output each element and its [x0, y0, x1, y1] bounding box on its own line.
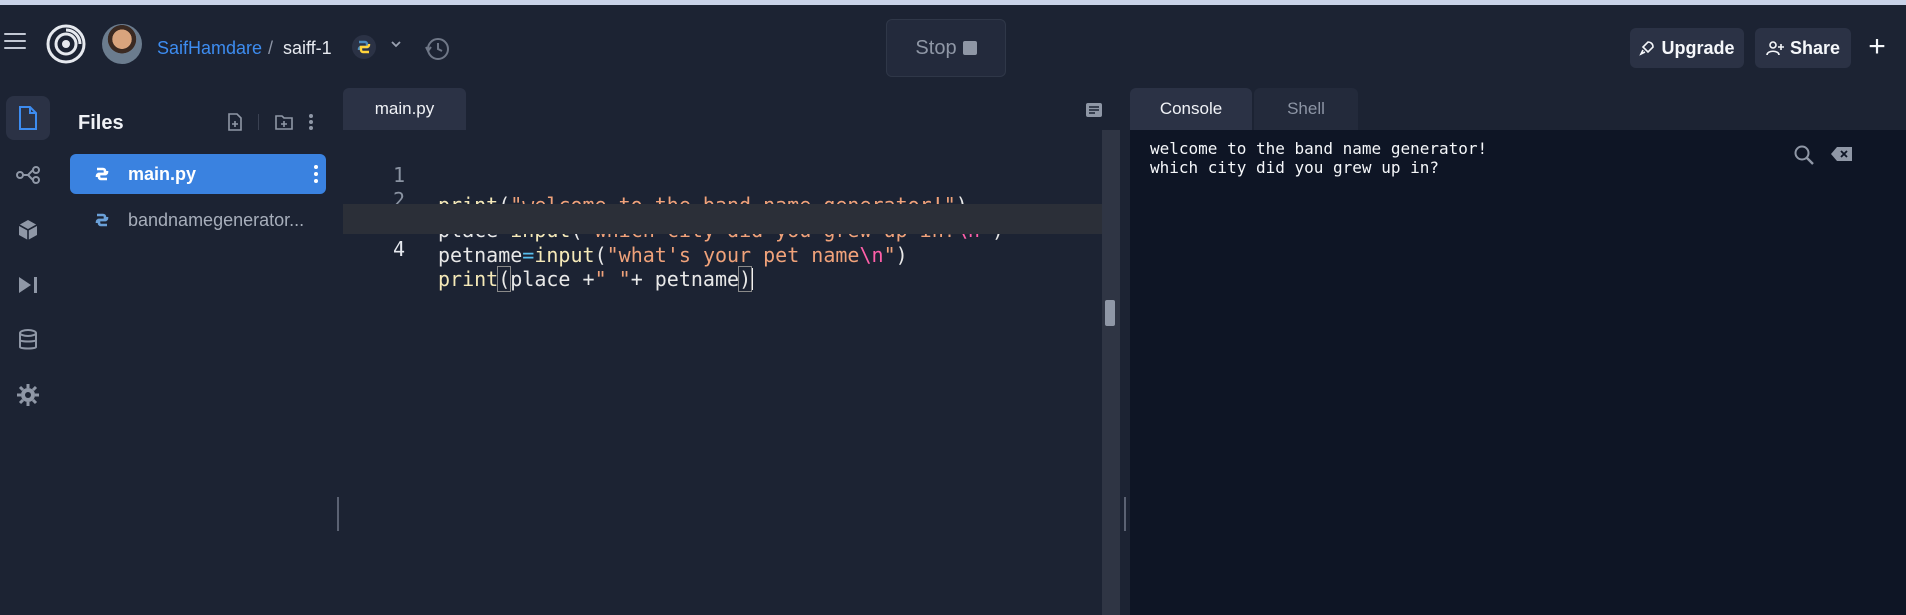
history-icon[interactable] [424, 35, 452, 63]
panel-resize-handle[interactable] [337, 497, 339, 531]
code-line-4: 4 print(place +" "+ petname) [343, 204, 1103, 292]
editor-scrollbar[interactable] [1102, 130, 1120, 615]
stop-button[interactable]: Stop [886, 19, 1006, 77]
code-token: ( [497, 266, 512, 292]
rail-run[interactable] [6, 263, 50, 307]
tab-console[interactable]: Console [1130, 88, 1252, 130]
clear-console-icon[interactable] [1830, 146, 1854, 162]
console-panel: Console Shell welcome to the band name g… [1130, 88, 1906, 615]
actions-divider [258, 114, 259, 130]
console-line: welcome to the band name generator! [1150, 139, 1488, 158]
code-area[interactable]: 1 print("welcome to the band name genera… [343, 130, 1120, 615]
new-file-icon[interactable] [226, 112, 244, 132]
console-tabs: Console Shell [1130, 88, 1906, 130]
rocket-icon [1639, 41, 1655, 56]
rail-settings[interactable] [6, 373, 50, 417]
editor-options-icon[interactable] [1084, 100, 1104, 120]
console-output[interactable]: welcome to the band name generator! whic… [1130, 130, 1906, 615]
code-token: + petname [630, 267, 740, 291]
python-file-icon [95, 213, 109, 227]
chevron-down-icon[interactable] [389, 37, 403, 51]
packages-icon [18, 220, 38, 240]
new-tab-button[interactable]: + [1864, 29, 1890, 65]
file-name: bandnamegenerator... [128, 209, 305, 230]
git-icon [16, 166, 40, 184]
python-language-icon[interactable] [352, 35, 376, 59]
stop-icon [962, 41, 977, 55]
file-item-main-py[interactable]: main.py [70, 154, 326, 194]
rail-files[interactable] [6, 96, 50, 140]
breadcrumb-user[interactable]: SaifHamdare [157, 38, 262, 59]
code-token: " " [594, 267, 631, 291]
upgrade-button-label: Upgrade [1661, 37, 1735, 58]
code-editor: main.py 1 print("welcome to the band nam… [343, 88, 1120, 615]
files-title: Files [78, 112, 124, 134]
files-panel: Files main.py bandnamegenerator... [56, 88, 336, 615]
menu-icon[interactable] [4, 33, 26, 51]
line-number: 4 [392, 237, 405, 261]
code-token: ) [738, 266, 753, 292]
user-avatar[interactable] [102, 24, 142, 64]
python-file-icon [95, 167, 109, 181]
upgrade-button[interactable]: Upgrade [1630, 28, 1744, 68]
file-name: main.py [128, 163, 197, 184]
code-token: \n [859, 243, 884, 267]
share-button-label: Share [1789, 37, 1841, 58]
gear-icon [17, 384, 39, 406]
replit-logo-icon[interactable] [46, 24, 86, 64]
database-icon [19, 329, 37, 350]
file-options-icon[interactable] [314, 164, 318, 184]
code-token: ) [895, 243, 908, 267]
code-token: place + [510, 267, 595, 291]
stop-button-label: Stop [915, 36, 957, 59]
tool-rail [0, 82, 55, 615]
editor-tab-main-py[interactable]: main.py [343, 88, 466, 130]
text-cursor [751, 268, 754, 290]
top-bar: SaifHamdare / saiff-1 Stop Upgrade Share… [0, 5, 1906, 82]
code-token: print [438, 267, 499, 291]
add-user-icon [1766, 41, 1784, 56]
code-token: " [883, 243, 896, 267]
file-item-bandnamegenerator[interactable]: bandnamegenerator... [70, 200, 326, 240]
files-icon [19, 106, 37, 130]
rail-packages[interactable] [6, 208, 50, 252]
rail-git[interactable] [6, 153, 50, 197]
run-icon [19, 277, 37, 293]
search-icon[interactable] [1793, 144, 1815, 166]
breadcrumb-separator: / [268, 38, 274, 58]
share-button[interactable]: Share [1755, 28, 1851, 68]
rail-database[interactable] [6, 318, 50, 362]
more-options-icon[interactable] [308, 112, 314, 132]
console-line: which city did you grew up in? [1150, 158, 1439, 177]
scrollbar-thumb[interactable] [1105, 300, 1115, 326]
new-folder-icon[interactable] [274, 113, 294, 131]
panel-resize-handle[interactable] [1124, 497, 1126, 531]
tab-shell[interactable]: Shell [1254, 88, 1358, 130]
files-actions [226, 109, 326, 135]
breadcrumb-repl-name[interactable]: saiff-1 [283, 38, 332, 59]
